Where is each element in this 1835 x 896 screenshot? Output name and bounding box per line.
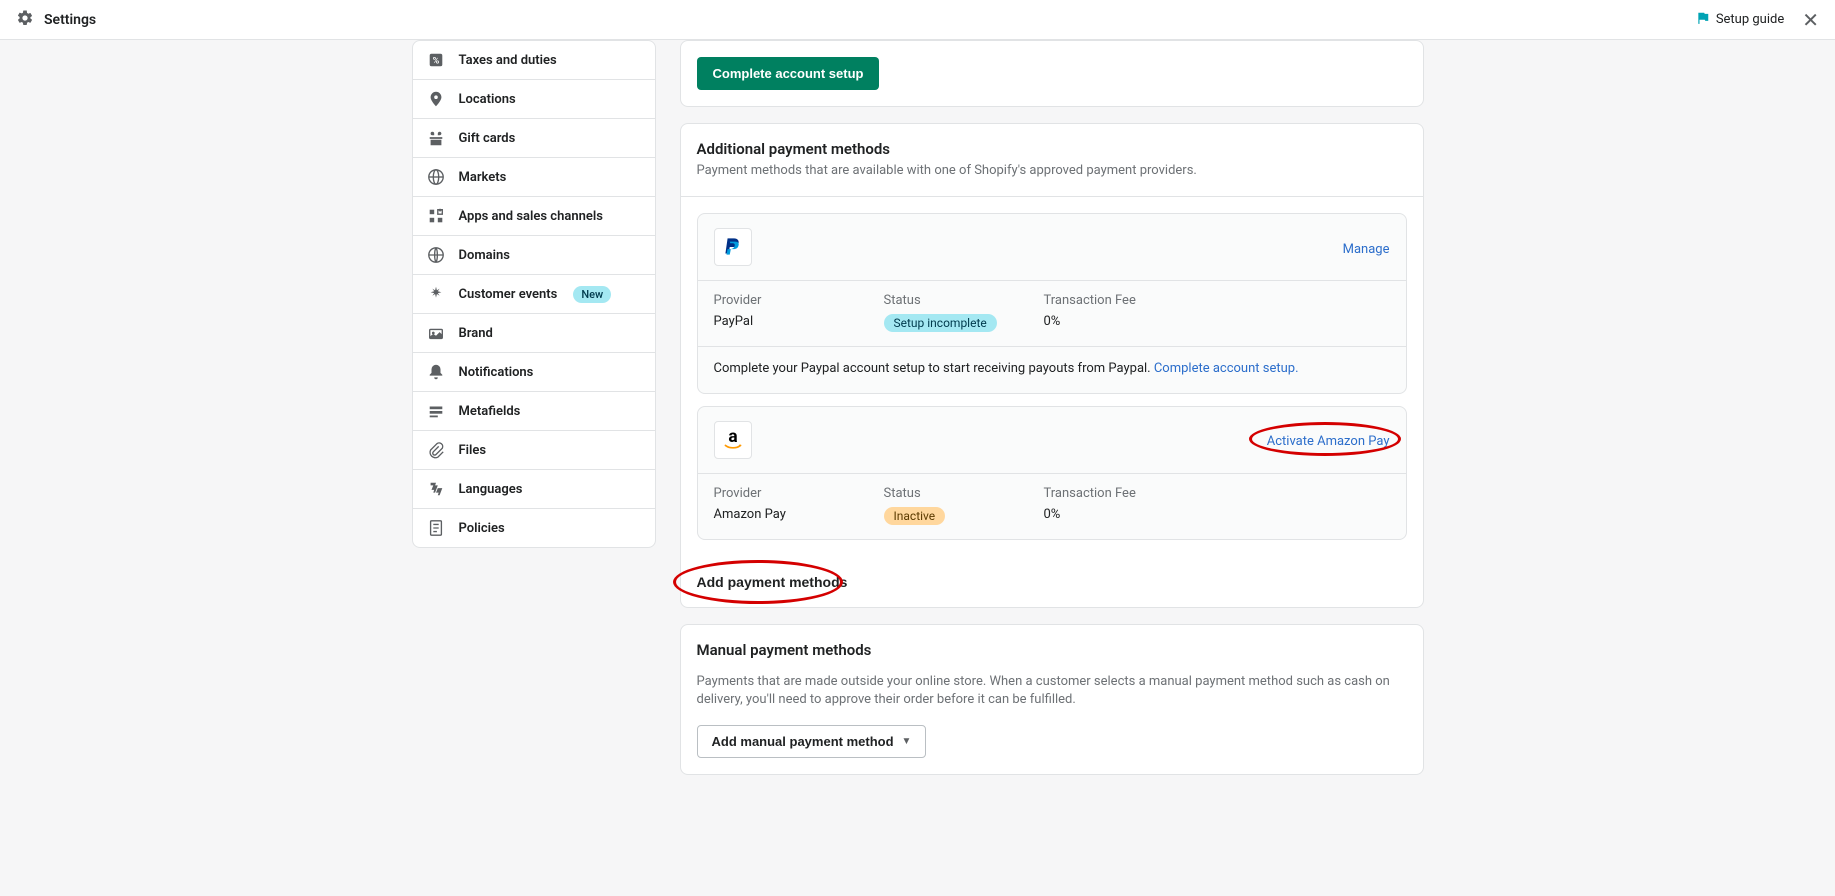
sidebar-item-policies[interactable]: Policies <box>413 509 655 547</box>
additional-title: Additional payment methods <box>697 140 1407 158</box>
sidebar-item-brand[interactable]: Brand <box>413 314 655 353</box>
stat-value: PayPal <box>714 314 884 329</box>
lang-icon <box>427 480 445 498</box>
globe-icon <box>427 168 445 186</box>
svg-text:%: % <box>432 57 439 67</box>
sidebar-item-markets[interactable]: Markets <box>413 158 655 197</box>
percent-icon: % <box>427 51 445 69</box>
provider-action-link[interactable]: Manage <box>1343 242 1390 257</box>
sidebar-item-locations[interactable]: Locations <box>413 80 655 119</box>
complete-account-setup-button[interactable]: Complete account setup <box>697 57 880 90</box>
sidebar-item-files[interactable]: Files <box>413 431 655 470</box>
sidebar-item-label: Files <box>459 443 487 458</box>
provider-paypal: Manage Provider PayPalStatus Setup incomple… <box>697 213 1407 394</box>
stat-label: Status <box>884 293 1044 308</box>
sidebar-item-label: Brand <box>459 326 493 341</box>
policy-icon <box>427 519 445 537</box>
stat-label: Transaction Fee <box>1044 293 1390 308</box>
additional-desc: Payment methods that are available with … <box>697 162 1407 180</box>
amazon-logo: a <box>714 421 752 459</box>
stat-value: Amazon Pay <box>714 507 884 522</box>
stat-value: Setup incomplete <box>884 314 997 332</box>
bell-icon <box>427 363 445 381</box>
sidebar-item-label: Languages <box>459 482 523 497</box>
stat-label: Provider <box>714 486 884 501</box>
add-manual-payment-button[interactable]: Add manual payment method ▼ <box>697 725 927 758</box>
new-badge: New <box>573 286 611 303</box>
chevron-down-icon: ▼ <box>902 736 912 747</box>
sidebar-item-languages[interactable]: Languages <box>413 470 655 509</box>
sidebar-item-domains[interactable]: Domains <box>413 236 655 275</box>
sidebar-item-taxes-and-duties[interactable]: % Taxes and duties <box>413 41 655 80</box>
domain-icon <box>427 246 445 264</box>
sidebar-item-label: Metafields <box>459 404 521 419</box>
sidebar-item-apps-and-sales-channels[interactable]: Apps and sales channels <box>413 197 655 236</box>
sidebar-item-label: Markets <box>459 170 507 185</box>
svg-text:a: a <box>728 427 737 447</box>
brand-icon <box>427 324 445 342</box>
stat-label: Provider <box>714 293 884 308</box>
paypal-logo <box>714 228 752 266</box>
sidebar-item-label: Taxes and duties <box>459 53 557 68</box>
pin-icon <box>427 90 445 108</box>
add-payment-methods-button[interactable]: Add payment methods <box>697 574 848 590</box>
sidebar-item-gift-cards[interactable]: Gift cards <box>413 119 655 158</box>
stat-value: Inactive <box>884 507 946 525</box>
cursor-icon <box>427 285 445 303</box>
manual-desc: Payments that are made outside your onli… <box>697 673 1407 709</box>
sidebar-item-label: Notifications <box>459 365 534 380</box>
meta-icon <box>427 402 445 420</box>
flag-icon <box>1696 11 1710 29</box>
provider-action-link[interactable]: Activate Amazon Pay <box>1267 434 1390 449</box>
setup-guide-link[interactable]: Setup guide <box>1696 11 1784 29</box>
sidebar-item-label: Customer events <box>459 287 558 302</box>
stat-value: 0% <box>1044 314 1390 329</box>
sidebar-item-label: Gift cards <box>459 131 516 146</box>
sidebar-item-notifications[interactable]: Notifications <box>413 353 655 392</box>
sidebar-item-label: Locations <box>459 92 516 107</box>
manual-title: Manual payment methods <box>697 641 1407 659</box>
sidebar-item-metafields[interactable]: Metafields <box>413 392 655 431</box>
stat-value: 0% <box>1044 507 1390 522</box>
apps-icon <box>427 207 445 225</box>
sidebar-item-label: Apps and sales channels <box>459 209 603 224</box>
sidebar-item-customer-events[interactable]: Customer events New <box>413 275 655 314</box>
close-icon[interactable]: ✕ <box>1802 10 1819 30</box>
stat-label: Transaction Fee <box>1044 486 1390 501</box>
page-title: Settings <box>44 12 96 28</box>
provider-note: Complete your Paypal account setup to st… <box>698 347 1406 393</box>
stat-label: Status <box>884 486 1044 501</box>
sidebar-item-label: Domains <box>459 248 510 263</box>
clip-icon <box>427 441 445 459</box>
gear-icon <box>16 9 34 31</box>
provider-amazon-pay: a Activate Amazon Pay Provider Amazon PaySt… <box>697 406 1407 540</box>
gift-icon <box>427 129 445 147</box>
sidebar-item-label: Policies <box>459 521 505 536</box>
complete-setup-link[interactable]: Complete account setup. <box>1154 361 1299 376</box>
